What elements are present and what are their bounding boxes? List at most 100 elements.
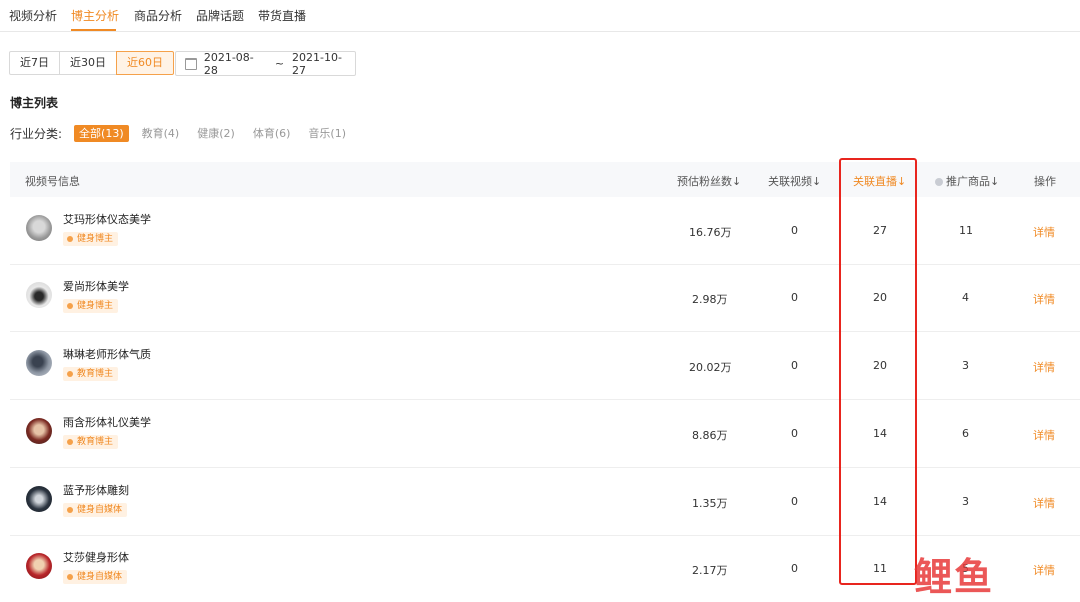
live-value: 20: [873, 291, 887, 304]
detail-link[interactable]: 详情: [1033, 359, 1055, 375]
detail-link[interactable]: 详情: [1033, 291, 1055, 307]
calendar-icon: [185, 57, 197, 70]
filter-chip-music[interactable]: 音乐(1): [303, 125, 351, 142]
category-badge: 健身自媒体: [63, 570, 128, 584]
tab-brand-topic[interactable]: 品牌话题: [196, 7, 244, 24]
products-value: 4: [962, 291, 969, 304]
section-title: 博主列表: [10, 96, 59, 110]
videos-value: 0: [791, 562, 798, 575]
date-start: 2021-08-28: [203, 50, 254, 77]
blogger-name[interactable]: 艾莎健身形体: [63, 549, 129, 565]
badge-dot-icon: [67, 574, 73, 580]
live-value: 27: [873, 224, 887, 237]
fans-value: 2.98万: [692, 293, 728, 306]
category-badge: 健身博主: [63, 232, 119, 246]
col-videos-header[interactable]: 关联视频↓: [768, 173, 821, 189]
fans-value: 16.76万: [689, 226, 732, 239]
badge-dot-icon: [67, 236, 73, 242]
col-info-header: 视频号信息: [25, 175, 80, 188]
table-row: 蓝予形体雕刻 健身自媒体 1.35万 0 14 3 详情: [10, 468, 1080, 536]
tab-product-analysis[interactable]: 商品分析: [134, 7, 182, 24]
products-value: 6: [962, 427, 969, 440]
blogger-name[interactable]: 蓝予形体雕刻: [63, 482, 129, 498]
filter-chip-all[interactable]: 全部(13): [74, 125, 129, 142]
range-7d-button[interactable]: 近7日: [9, 51, 60, 75]
filter-chip-health[interactable]: 健康(2): [192, 125, 240, 142]
industry-filter: 行业分类: 全部(13) 教育(4) 健康(2) 体育(6) 音乐(1): [10, 125, 359, 142]
badge-label: 健身自媒体: [77, 572, 123, 582]
fans-value: 1.35万: [692, 497, 728, 510]
badge-dot-icon: [67, 439, 73, 445]
products-value: 3: [962, 495, 969, 508]
category-badge: 健身自媒体: [63, 503, 128, 517]
live-value: 14: [873, 495, 887, 508]
tab-blogger-analysis[interactable]: 博主分析: [71, 7, 119, 24]
tab-live-commerce[interactable]: 带货直播: [258, 7, 306, 24]
badge-label: 健身自媒体: [77, 505, 123, 515]
col-live-header[interactable]: 关联直播↓: [853, 173, 906, 189]
avatar[interactable]: [26, 350, 52, 376]
badge-label: 健身博主: [77, 301, 114, 311]
table-row: 艾玛形体仪态美学 健身博主 16.76万 0 27 11 详情: [10, 197, 1080, 265]
col-action-header: 操作: [1034, 175, 1056, 188]
col-fans-header[interactable]: 预估粉丝数↓: [677, 173, 741, 189]
badge-label: 教育博主: [77, 369, 114, 379]
badge-dot-icon: [67, 371, 73, 377]
sort-down-icon: ↓: [990, 175, 1000, 188]
blogger-name[interactable]: 琳琳老师形体气质: [63, 346, 151, 362]
products-value: 11: [959, 224, 973, 237]
range-30d-button[interactable]: 近30日: [59, 51, 117, 75]
date-range-picker[interactable]: 2021-08-28 ~ 2021-10-27: [175, 50, 356, 77]
badge-dot-icon: [67, 507, 73, 513]
active-tab-indicator: [71, 29, 116, 31]
col-videos-label: 关联视频: [768, 175, 812, 188]
detail-link[interactable]: 详情: [1033, 495, 1055, 511]
filter-chip-education[interactable]: 教育(4): [137, 125, 185, 142]
filter-label: 行业分类:: [10, 127, 63, 141]
category-badge: 教育博主: [63, 367, 119, 381]
videos-value: 0: [791, 291, 798, 304]
blogger-name[interactable]: 艾玛形体仪态美学: [63, 211, 151, 227]
col-products-header[interactable]: 推广商品↓: [935, 173, 999, 189]
category-badge: 教育博主: [63, 435, 119, 449]
table-row: 雨含形体礼仪美学 教育博主 8.86万 0 14 6 详情: [10, 400, 1080, 468]
detail-link[interactable]: 详情: [1033, 427, 1055, 443]
detail-link[interactable]: 详情: [1033, 562, 1055, 578]
blogger-name[interactable]: 爱尚形体美学: [63, 278, 129, 294]
live-value: 20: [873, 359, 887, 372]
filter-chip-sports[interactable]: 体育(6): [248, 125, 296, 142]
fans-value: 20.02万: [689, 361, 732, 374]
avatar[interactable]: [26, 215, 52, 241]
avatar[interactable]: [26, 553, 52, 579]
top-tab-bar: 视频分析 博主分析 商品分析 品牌话题 带货直播: [0, 0, 1080, 32]
fans-value: 8.86万: [692, 429, 728, 442]
live-value: 11: [873, 562, 887, 575]
videos-value: 0: [791, 495, 798, 508]
date-end: 2021-10-27: [292, 50, 342, 77]
sort-down-icon: ↓: [812, 175, 822, 188]
date-range-buttons: 近7日 近30日 近60日: [9, 51, 174, 75]
table-header: 视频号信息 预估粉丝数↓ 关联视频↓ 关联直播↓ 推广商品↓ 操作: [10, 162, 1080, 197]
col-fans-label: 预估粉丝数: [677, 175, 732, 188]
badge-label: 教育博主: [77, 437, 114, 447]
info-dot-icon: [935, 178, 943, 186]
live-value: 14: [873, 427, 887, 440]
table-row: 琳琳老师形体气质 教育博主 20.02万 0 20 3 详情: [10, 332, 1080, 400]
tab-video-analysis[interactable]: 视频分析: [9, 7, 57, 24]
avatar[interactable]: [26, 418, 52, 444]
col-products-label: 推广商品: [946, 175, 990, 188]
sort-down-icon: ↓: [732, 175, 742, 188]
sort-down-icon: ↓: [897, 175, 907, 188]
blogger-name[interactable]: 雨含形体礼仪美学: [63, 414, 151, 430]
badge-label: 健身博主: [77, 234, 114, 244]
detail-link[interactable]: 详情: [1033, 224, 1055, 240]
videos-value: 0: [791, 427, 798, 440]
videos-value: 0: [791, 224, 798, 237]
products-value: 3: [962, 359, 969, 372]
avatar[interactable]: [26, 282, 52, 308]
category-badge: 健身博主: [63, 299, 119, 313]
badge-dot-icon: [67, 303, 73, 309]
range-60d-button[interactable]: 近60日: [116, 51, 174, 75]
avatar[interactable]: [26, 486, 52, 512]
fans-value: 2.17万: [692, 564, 728, 577]
